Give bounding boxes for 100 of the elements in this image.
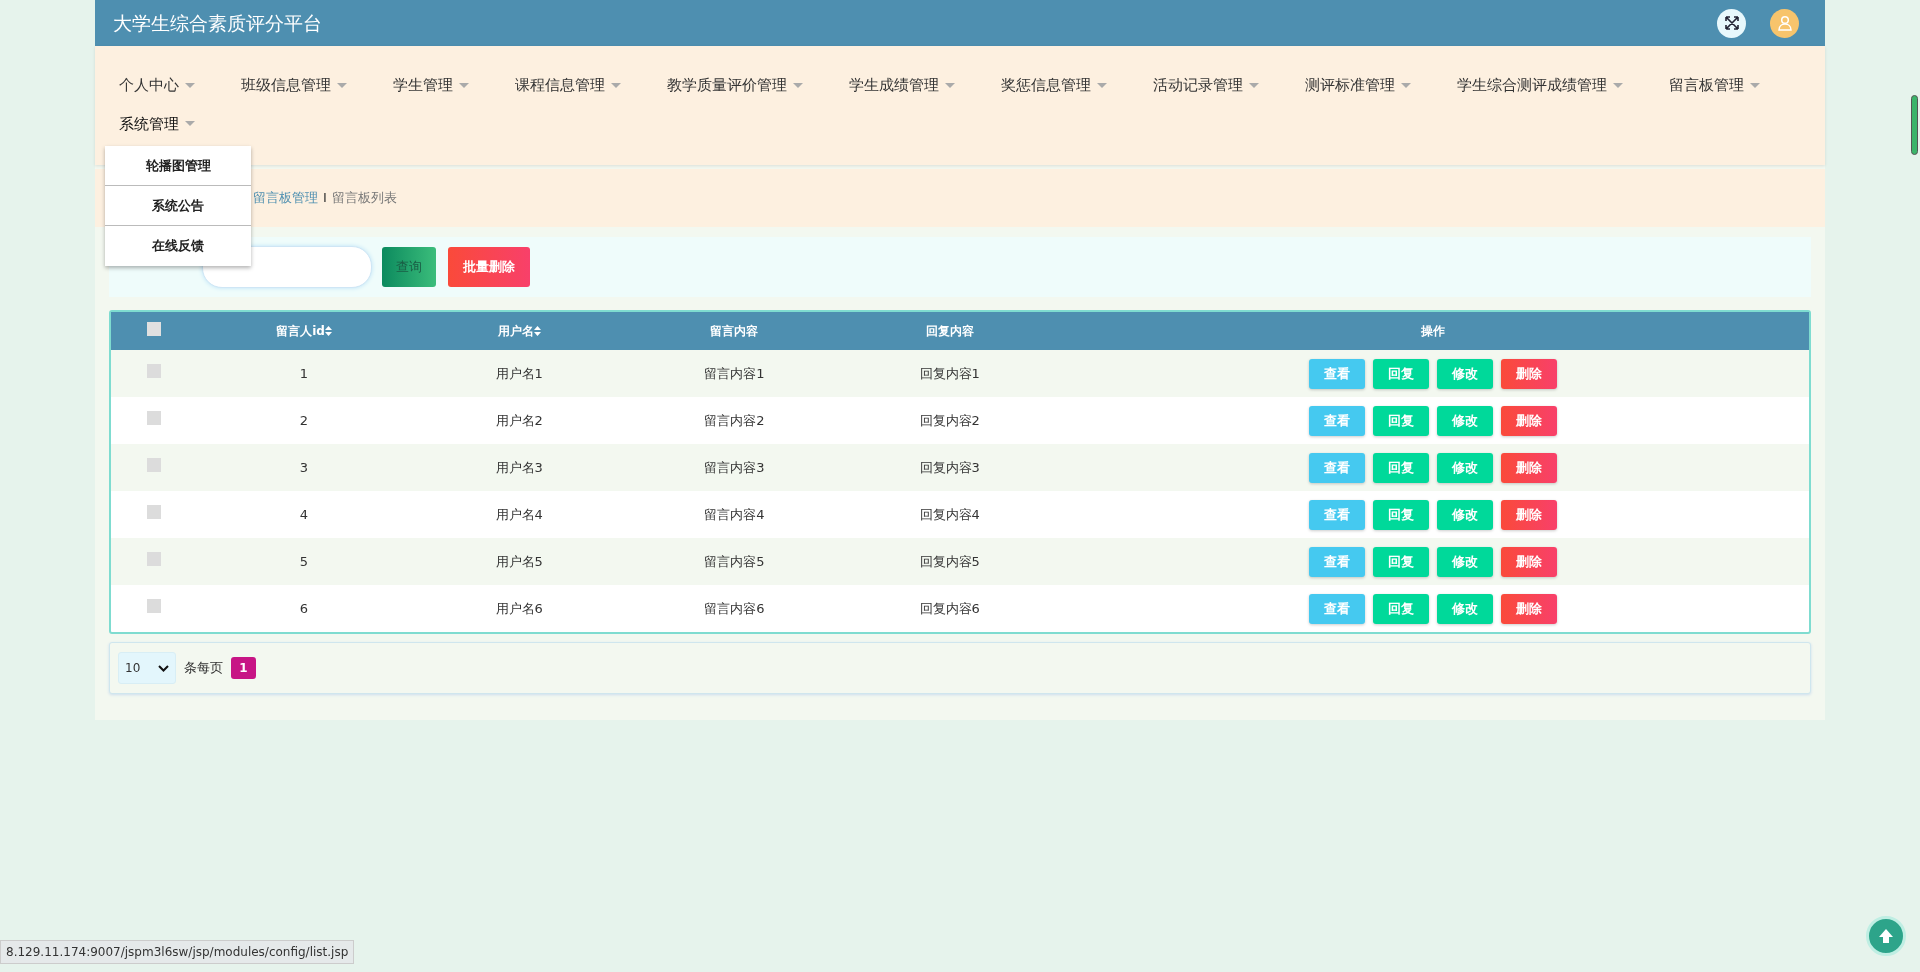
edit-button[interactable]: 修改: [1437, 546, 1494, 577]
nav-menu-item[interactable]: 教学质量评价管理: [649, 66, 821, 105]
column-header[interactable]: 留言人id: [276, 322, 332, 340]
table-cell: 2: [299, 412, 309, 428]
nav-menu-item[interactable]: 班级信息管理: [223, 66, 365, 105]
fullscreen-button[interactable]: [1717, 8, 1746, 38]
column-header: 操作: [1421, 323, 1446, 340]
table-cell: 用户名3: [495, 459, 543, 475]
caret-icon: [793, 82, 803, 88]
table-cell: 留言内容1: [704, 365, 765, 381]
dropdown-item[interactable]: 在线反馈: [105, 226, 251, 266]
table-cell: 回复内容2: [919, 412, 980, 428]
status-url: 8.129.11.174:9007/jspm3l6sw/jsp/modules/config/list.jsp: [0, 940, 355, 964]
reply-button[interactable]: 回复: [1373, 499, 1430, 530]
table-cell: 用户名2: [495, 412, 543, 428]
nav-menu-item[interactable]: 学生管理: [375, 66, 487, 105]
column-header: 留言内容: [710, 323, 759, 340]
nav-menu-item[interactable]: 个人中心: [101, 66, 213, 105]
row-checkbox[interactable]: [146, 457, 161, 472]
table-cell: 回复内容5: [919, 553, 980, 569]
view-button[interactable]: 查看: [1309, 499, 1366, 530]
select-all-checkbox[interactable]: [146, 321, 161, 336]
chevron-down-icon: [158, 664, 169, 672]
table-cell: 1: [299, 365, 309, 381]
delete-button[interactable]: 删除: [1501, 452, 1558, 483]
nav-menu-item[interactable]: 活动记录管理: [1135, 66, 1277, 105]
caret-icon: [1750, 82, 1760, 88]
site-title: 大学生综合素质评分平台: [113, 10, 322, 36]
row-checkbox[interactable]: [146, 551, 161, 566]
row-checkbox[interactable]: [146, 504, 161, 519]
table-cell: 回复内容1: [919, 365, 980, 381]
reply-button[interactable]: 回复: [1373, 358, 1430, 389]
edit-button[interactable]: 修改: [1437, 593, 1494, 624]
reply-button[interactable]: 回复: [1373, 405, 1430, 436]
breadcrumb-item[interactable]: 留言板管理: [253, 188, 318, 208]
reply-button[interactable]: 回复: [1373, 593, 1430, 624]
view-button[interactable]: 查看: [1309, 452, 1366, 483]
nav-menu-item[interactable]: 学生综合测评成绩管理: [1439, 66, 1641, 105]
nav-menu-item[interactable]: 系统管理: [101, 104, 213, 143]
bulk-delete-button[interactable]: 批量删除: [448, 247, 530, 287]
delete-button[interactable]: 删除: [1501, 593, 1558, 624]
breadcrumb-separator: I: [323, 189, 327, 208]
column-header[interactable]: 用户名: [497, 322, 541, 340]
edit-button[interactable]: 修改: [1437, 499, 1494, 530]
per-page-label: 条每页: [184, 659, 223, 678]
table-cell: 用户名1: [495, 365, 543, 381]
caret-icon: [1613, 82, 1623, 88]
nav-menu-item[interactable]: 测评标准管理: [1287, 66, 1429, 105]
edit-button[interactable]: 修改: [1437, 405, 1494, 436]
table-cell: 回复内容6: [919, 600, 980, 616]
reply-button[interactable]: 回复: [1373, 546, 1430, 577]
table-cell: 4: [299, 506, 309, 522]
table-cell: 用户名4: [495, 506, 543, 522]
caret-icon: [945, 82, 955, 88]
delete-button[interactable]: 删除: [1501, 405, 1558, 436]
row-checkbox[interactable]: [146, 598, 161, 613]
table-cell: 3: [299, 459, 309, 475]
view-button[interactable]: 查看: [1309, 546, 1366, 577]
dropdown-item[interactable]: 轮播图管理: [105, 146, 251, 186]
caret-icon: [1249, 82, 1259, 88]
page-number[interactable]: 1: [231, 657, 256, 679]
nav-menu-item[interactable]: 学生成绩管理: [831, 66, 973, 105]
table-cell: 用户名6: [495, 600, 543, 616]
table-cell: 回复内容3: [919, 459, 980, 475]
nav-menu-item[interactable]: 课程信息管理: [497, 66, 639, 105]
view-button[interactable]: 查看: [1309, 405, 1366, 436]
arrow-up-icon: [1877, 927, 1895, 945]
delete-button[interactable]: 删除: [1501, 358, 1558, 389]
delete-button[interactable]: 删除: [1501, 546, 1558, 577]
caret-icon: [337, 82, 347, 88]
view-button[interactable]: 查看: [1309, 593, 1366, 624]
caret-icon: [185, 82, 195, 88]
nav-menu-item[interactable]: 留言板管理: [1651, 66, 1778, 105]
column-header: 回复内容: [925, 323, 974, 340]
caret-icon: [1097, 82, 1107, 88]
view-button[interactable]: 查看: [1309, 358, 1366, 389]
page-size-select[interactable]: 10: [118, 652, 176, 684]
query-button[interactable]: 查询: [382, 247, 436, 287]
caret-icon: [185, 121, 195, 127]
table-cell: 留言内容3: [704, 459, 765, 475]
row-checkbox[interactable]: [146, 410, 161, 425]
row-checkbox[interactable]: [146, 363, 161, 378]
breadcrumb-item: 留言板列表: [331, 189, 397, 208]
caret-icon: [459, 82, 469, 88]
table-cell: 用户名5: [495, 553, 543, 569]
avatar-button[interactable]: [1770, 8, 1799, 38]
delete-button[interactable]: 删除: [1501, 499, 1558, 530]
caret-icon: [611, 82, 621, 88]
reply-button[interactable]: 回复: [1373, 452, 1430, 483]
caret-icon: [1401, 82, 1411, 88]
table-cell: 6: [299, 600, 309, 616]
back-to-top-button[interactable]: [1866, 916, 1906, 956]
dropdown-item[interactable]: 系统公告: [105, 186, 251, 226]
table-cell: 留言内容4: [704, 506, 765, 522]
table-cell: 回复内容4: [919, 506, 980, 522]
nav-menu-item[interactable]: 奖惩信息管理: [983, 66, 1125, 105]
edit-button[interactable]: 修改: [1437, 358, 1494, 389]
scrollbar-thumb[interactable]: [1911, 95, 1918, 155]
edit-button[interactable]: 修改: [1437, 452, 1494, 483]
sort-icon: [533, 326, 541, 336]
